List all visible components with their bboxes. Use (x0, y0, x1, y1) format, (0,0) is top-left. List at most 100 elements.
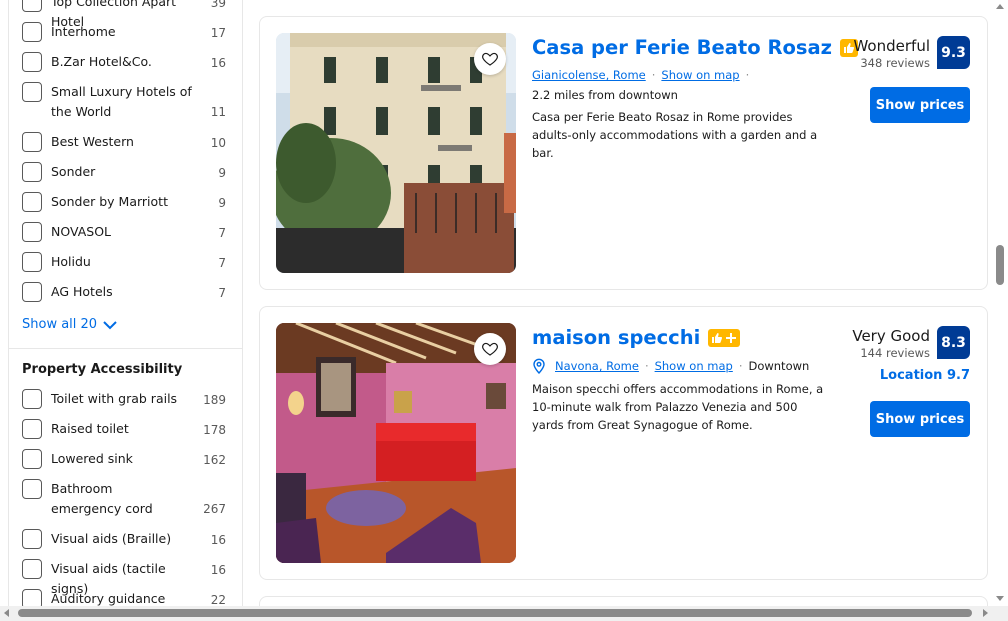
property-card[interactable]: Casa per Ferie Beato Rosaz Gianicolense,… (259, 16, 988, 290)
checkbox[interactable] (22, 529, 42, 549)
checkbox[interactable] (22, 222, 42, 242)
downtown-label: Downtown (748, 359, 810, 373)
filter-option[interactable]: Raised toilet 178 (22, 419, 234, 439)
review-score-badge[interactable]: 8.3 (937, 326, 970, 359)
checkbox[interactable] (22, 419, 42, 439)
heart-icon (482, 52, 498, 66)
checkbox[interactable] (22, 449, 42, 469)
separator-dot: · (745, 68, 750, 82)
checkbox[interactable] (22, 52, 42, 72)
review-count: 348 reviews (860, 56, 930, 70)
map-pin-icon (533, 358, 545, 374)
checkbox[interactable] (22, 282, 42, 302)
filter-option[interactable]: Holidu 7 (22, 252, 234, 272)
filter-count: 7 (218, 256, 226, 270)
filter-count: 267 (203, 502, 226, 516)
property-description: Casa per Ferie Beato Rosaz in Rome provi… (532, 110, 818, 160)
location-line: Gianicolense, Rome · Show on map · (532, 68, 755, 82)
property-name: Casa per Ferie Beato Rosaz (532, 36, 832, 59)
review-score-word: Very Good (852, 327, 930, 345)
filter-label: Sonder (51, 164, 96, 179)
filter-option[interactable]: Bathroom emergency cord 267 (22, 479, 234, 519)
horizontal-scroll-thumb[interactable] (18, 609, 972, 617)
property-name-link[interactable]: maison specchi (532, 326, 741, 349)
divider (9, 348, 242, 349)
checkbox[interactable] (22, 162, 42, 182)
chevron-down-icon (103, 320, 117, 329)
scroll-up-arrow[interactable] (996, 4, 1004, 9)
location-line: Navona, Rome · Show on map · Downtown (532, 358, 809, 374)
checkbox[interactable] (22, 0, 42, 12)
filter-label: Best Western (51, 134, 134, 149)
filter-label: Toilet with grab rails (51, 391, 178, 406)
filter-count: 7 (218, 226, 226, 240)
area-link[interactable]: Navona, Rome (555, 359, 639, 373)
filter-label: Visual aids (Braille) (51, 531, 172, 546)
area-link[interactable]: Gianicolense, Rome (532, 68, 646, 82)
property-photo[interactable] (276, 323, 516, 563)
filter-label: Bathroom emergency cord (51, 481, 153, 516)
property-description: Maison specchi offers accommodations in … (532, 382, 824, 432)
filter-label: Raised toilet (51, 421, 129, 436)
show-prices-button[interactable]: Show prices (870, 87, 970, 123)
filter-label: Interhome (51, 24, 116, 39)
accessibility-section-title: Property Accessibility (22, 362, 183, 377)
filter-count: 16 (210, 56, 226, 70)
show-all-link[interactable]: Show all 20 (22, 317, 117, 332)
filter-option[interactable]: Interhome 17 (22, 22, 234, 42)
property-name: maison specchi (532, 326, 701, 349)
filter-label: Small Luxury Hotels of the World (51, 84, 192, 119)
separator-dot: · (651, 68, 656, 82)
show-on-map-link[interactable]: Show on map (655, 359, 733, 373)
filter-option[interactable]: Lowered sink 162 (22, 449, 234, 469)
checkbox[interactable] (22, 132, 42, 152)
show-on-map-link[interactable]: Show on map (661, 68, 739, 82)
checkbox[interactable] (22, 252, 42, 272)
review-score-badge[interactable]: 9.3 (937, 36, 970, 69)
filter-option[interactable]: Sonder 9 (22, 162, 234, 182)
filter-option[interactable]: Visual aids (Braille) 16 (22, 529, 234, 549)
filter-count: 9 (218, 196, 226, 210)
distance-text: 2.2 miles from downtown (532, 88, 678, 102)
filter-count: 39 (210, 0, 226, 10)
filter-count: 10 (210, 136, 226, 150)
property-photo[interactable] (276, 33, 516, 273)
vertical-scroll-thumb[interactable] (996, 245, 1004, 285)
filter-option[interactable]: Best Western 10 (22, 132, 234, 152)
checkbox[interactable] (22, 479, 42, 499)
checkbox[interactable] (22, 192, 42, 212)
scroll-right-arrow[interactable] (983, 609, 988, 617)
horizontal-scrollbar[interactable] (0, 606, 1008, 621)
separator-dot: · (644, 359, 649, 373)
filter-option[interactable]: Sonder by Marriott 9 (22, 192, 234, 212)
filter-label: B.Zar Hotel&Co. (51, 54, 152, 69)
location-score: Location 9.7 (879, 368, 970, 383)
thumbs-up-plus-icon (708, 328, 741, 347)
save-favorite-button[interactable] (474, 333, 506, 365)
filter-option[interactable]: Toilet with grab rails 189 (22, 389, 234, 409)
filter-option[interactable]: B.Zar Hotel&Co. 16 (22, 52, 234, 72)
filter-count: 189 (203, 393, 226, 407)
filter-count: 17 (210, 26, 226, 40)
filter-count: 16 (210, 563, 226, 577)
checkbox[interactable] (22, 82, 42, 102)
vertical-scrollbar[interactable] (992, 0, 1008, 606)
filters-sidebar: Top Collection Apart Hotel 39 Interhome … (8, 0, 243, 608)
save-favorite-button[interactable] (474, 43, 506, 75)
show-prices-button[interactable]: Show prices (870, 401, 970, 437)
checkbox[interactable] (22, 22, 42, 42)
filter-option[interactable]: Small Luxury Hotels of the World 11 (22, 82, 234, 122)
property-name-link[interactable]: Casa per Ferie Beato Rosaz (532, 36, 858, 59)
scroll-down-arrow[interactable] (996, 596, 1004, 601)
filter-count: 178 (203, 423, 226, 437)
scroll-left-arrow[interactable] (4, 609, 9, 617)
property-card[interactable]: maison specchi Navona, Rome · Show on ma… (259, 306, 988, 580)
filter-label: Sonder by Marriott (51, 194, 168, 209)
heart-icon (482, 342, 498, 356)
filter-count: 162 (203, 453, 226, 467)
checkbox[interactable] (22, 559, 42, 579)
filter-option[interactable]: NOVASOL 7 (22, 222, 234, 242)
checkbox[interactable] (22, 389, 42, 409)
show-all-label: Show all 20 (22, 317, 98, 332)
filter-option[interactable]: AG Hotels 7 (22, 282, 234, 302)
